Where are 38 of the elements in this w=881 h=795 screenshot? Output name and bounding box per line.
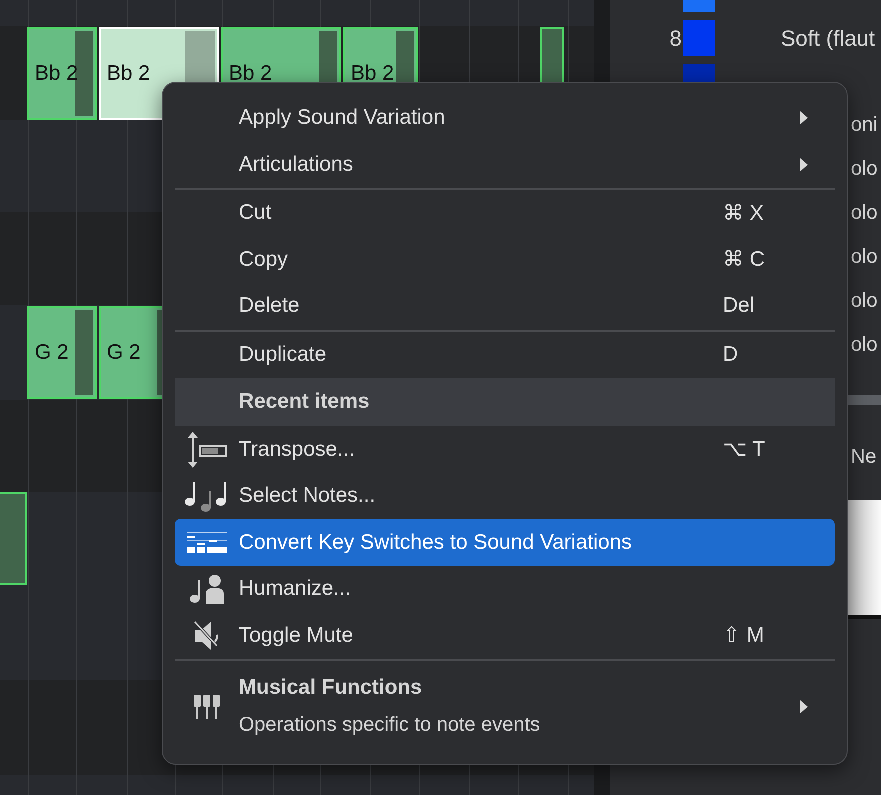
variation-name[interactable]: olo bbox=[851, 202, 878, 225]
transpose-icon bbox=[187, 432, 227, 468]
note-block[interactable]: G 2 bbox=[27, 306, 97, 399]
menu-item[interactable]: Cut ⌘ X bbox=[175, 190, 835, 237]
menu-item[interactable]: Toggle Mute ⇧ M bbox=[175, 612, 835, 659]
shortcut-label: D bbox=[723, 342, 740, 367]
note-block[interactable] bbox=[0, 492, 27, 585]
list-icon bbox=[187, 532, 227, 554]
note-block[interactable]: Bb 2 bbox=[27, 27, 97, 120]
menu-item[interactable]: Copy ⌘ C bbox=[175, 236, 835, 284]
new-label[interactable]: Ne bbox=[851, 446, 877, 469]
row-number: 8 bbox=[668, 26, 682, 52]
variation-name[interactable]: olo bbox=[851, 246, 878, 269]
submenu-arrow-icon bbox=[799, 698, 809, 715]
shortcut-label: ⌘ X bbox=[723, 200, 765, 226]
submenu-arrow-icon bbox=[799, 110, 809, 126]
menu-item[interactable]: Convert Key Switches to Sound Variations bbox=[175, 519, 835, 566]
variation-name[interactable]: Soft (flaut bbox=[781, 26, 876, 52]
submenu-arrow-icon bbox=[799, 156, 809, 173]
menu-item[interactable]: Articulations bbox=[175, 142, 835, 188]
shortcut-label: ⌘ C bbox=[723, 247, 766, 272]
menu-item[interactable]: Transpose... ⌥ T bbox=[175, 426, 835, 473]
group-title: Musical Functions bbox=[239, 676, 424, 700]
variation-name[interactable]: olo bbox=[851, 158, 878, 181]
menu-item[interactable]: Select Notes... bbox=[175, 472, 835, 520]
menu-item[interactable]: Humanize... bbox=[175, 566, 835, 612]
menu-item[interactable]: Musical Functions Operations specific to note events bbox=[175, 660, 835, 752]
shortcut-label: ⇧ M bbox=[723, 623, 766, 648]
section-header: Recent items bbox=[175, 378, 835, 426]
variation-name[interactable]: olo bbox=[851, 334, 878, 357]
variation-name[interactable]: oni bbox=[851, 114, 878, 137]
variation-name[interactable]: olo bbox=[851, 290, 878, 313]
shortcut-label: Del bbox=[723, 294, 756, 318]
group-description: Operations specific to note events bbox=[239, 714, 542, 738]
shortcut-label: ⌥ T bbox=[723, 437, 766, 462]
piano-keys-icon bbox=[193, 694, 221, 720]
note-person-icon bbox=[189, 574, 225, 604]
scrollbar[interactable] bbox=[848, 395, 881, 405]
